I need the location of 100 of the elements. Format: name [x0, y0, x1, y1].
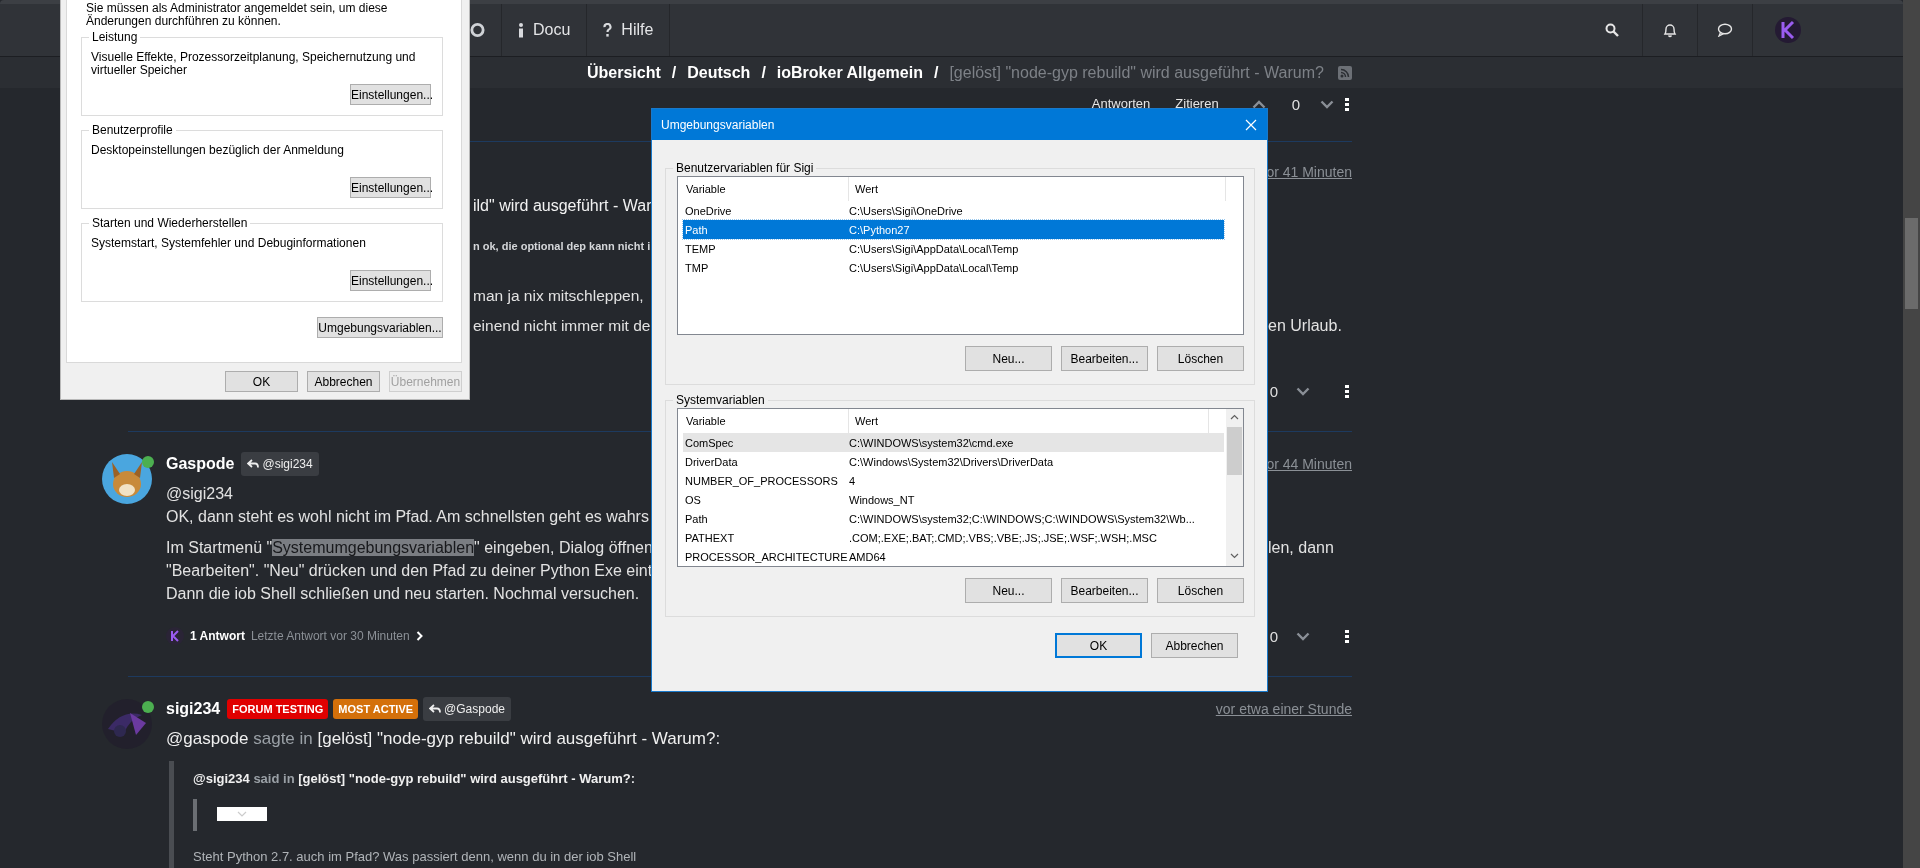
- reply-link[interactable]: Antworten: [1091, 97, 1151, 111]
- list-row[interactable]: PROCESSOR_ARCHITECTUREAMD64: [683, 547, 1224, 566]
- last-reply-time: Letzte Antwort vor 30 Minuten: [250, 629, 410, 643]
- author-name[interactable]: Gaspode: [166, 455, 235, 473]
- list-row[interactable]: OneDrive C:\Users\Sigi\OneDrive: [683, 201, 1224, 220]
- variable-value: C:\WINDOWS\system32\cmd.exe: [849, 436, 1014, 449]
- list-row[interactable]: Path C:\Python27: [683, 220, 1224, 239]
- variable-name: NUMBER_OF_PROCESSORS: [684, 474, 839, 487]
- list-row[interactable]: OS Windows_NT: [683, 490, 1224, 509]
- search-icon[interactable]: [1604, 23, 1619, 37]
- variable-name: ComSpec: [684, 436, 735, 449]
- topic-link[interactable]: [gelöst] "node-gyp rebuild" wird ausgeführt - Warum?: [317, 729, 716, 748]
- post-time-link[interactable]: vor etwa einer Stunde: [1215, 701, 1352, 717]
- variable-name: DriverData: [684, 455, 739, 468]
- user-avatar[interactable]: [102, 454, 152, 504]
- nav-link[interactable]: Hilfe: [587, 4, 671, 56]
- circle-icon[interactable]: [470, 22, 485, 38]
- column-header[interactable]: Variable: [678, 177, 849, 201]
- dialog-button[interactable]: Bearbeiten...: [1061, 346, 1148, 371]
- reply-to-tag[interactable]: @Gaspode: [423, 697, 511, 721]
- dialog-button[interactable]: OK: [1055, 633, 1142, 658]
- breadcrumb-link[interactable]: Deutsch: [687, 63, 751, 82]
- variable-value: C:\Windows\System32\Drivers\DriverData: [849, 455, 1054, 468]
- reply-icon: [429, 704, 442, 714]
- list-row[interactable]: PATHEXT .COM;.EXE;.BAT;.CMD;.VBS;.VBE;.JS;.JSE;.WSF;.WSH;.MSC: [683, 528, 1224, 547]
- list-row[interactable]: ComSpec C:\WINDOWS\system32\cmd.exe: [683, 433, 1224, 452]
- reply-to-tag[interactable]: @sigi234: [241, 452, 319, 476]
- rss-icon[interactable]: [1337, 65, 1352, 80]
- post-text: "Bearbeiten". "Neu" drücken und den Pfad zu deiner Python Exe eint: [166, 561, 653, 581]
- bell-icon[interactable]: [1663, 22, 1677, 38]
- more-icon[interactable]: [1345, 629, 1349, 643]
- page-scrollbar[interactable]: [1903, 0, 1920, 868]
- post-text: einend nicht immer mit de: [473, 316, 651, 336]
- group-title: Systemvariablen: [675, 392, 766, 408]
- more-icon[interactable]: [1345, 97, 1349, 111]
- settings-button[interactable]: Einstellungen...: [350, 177, 431, 198]
- expand-toggle-icon[interactable]: [217, 807, 267, 821]
- variable-value: 4: [849, 474, 856, 487]
- user-avatar[interactable]: [102, 699, 152, 749]
- list-scrollbar[interactable]: [1226, 409, 1243, 566]
- variable-list[interactable]: Variable Wert OneDrive C:\Users\Sigi\OneDrive Path C:\Python27 TEMP C:\Users\Sigi\AppData\Local\Temp TMP C:\Users\Sigi\AppData\Local\Temp: [677, 176, 1244, 335]
- more-icon[interactable]: [1345, 384, 1349, 398]
- user-avatar: [166, 627, 184, 645]
- quote-text: @sigi234 said in [gelöst] "node-gyp rebuild" wird ausgeführt - Warum?:: [193, 770, 637, 788]
- downvote-icon[interactable]: [1296, 631, 1310, 641]
- post-text: man ja nix mitschleppen,: [473, 286, 644, 306]
- variable-value: C:\Users\Sigi\AppData\Local\Temp: [849, 261, 1019, 274]
- list-row[interactable]: TMP C:\Users\Sigi\AppData\Local\Temp: [683, 258, 1224, 277]
- close-icon[interactable]: [1245, 118, 1257, 131]
- environment-variables-button[interactable]: Umgebungsvariablen...: [317, 317, 443, 338]
- dialog-button[interactable]: Neu...: [965, 346, 1052, 371]
- group-badge: MOST ACTIVE: [333, 699, 419, 719]
- dialog-button[interactable]: OK: [225, 371, 298, 392]
- list-row[interactable]: NUMBER_OF_PROCESSORS 4: [683, 471, 1224, 490]
- group-title: Benutzerprofile: [91, 122, 174, 138]
- vote-count: 0: [1269, 627, 1278, 645]
- variable-name: OS: [684, 493, 702, 506]
- group-title: Benutzervariablen für Sigi: [675, 160, 815, 176]
- breadcrumb-separator: /: [761, 63, 766, 82]
- dialog-button[interactable]: Löschen: [1157, 346, 1244, 371]
- nav-link[interactable]: Docu: [502, 4, 588, 56]
- settings-button[interactable]: Einstellungen...: [350, 270, 431, 291]
- variable-value: AMD64: [849, 550, 886, 563]
- dialog-button[interactable]: Bearbeiten...: [1061, 578, 1148, 603]
- column-header[interactable]: Wert: [849, 177, 1226, 201]
- list-row[interactable]: Path C:\WINDOWS\system32;C:\WINDOWS;C:\WINDOWS\System32\Wb...: [683, 509, 1224, 528]
- variable-list[interactable]: [677, 408, 1244, 567]
- dialog-button[interactable]: Abbrechen: [1151, 633, 1238, 658]
- breadcrumb-link[interactable]: ioBroker Allgemein: [776, 63, 923, 82]
- downvote-icon[interactable]: [1296, 386, 1310, 396]
- group-description: Systemstart, Systemfehler und Debuginformationen: [91, 237, 367, 252]
- chat-bubble-icon[interactable]: [1717, 23, 1733, 37]
- breadcrumb-current: [gelöst] "node-gyp rebuild" wird ausgeführt - Warum?: [949, 63, 1324, 82]
- breadcrumb-link[interactable]: Übersicht: [587, 63, 661, 82]
- quote-link[interactable]: Zitieren: [1175, 97, 1219, 111]
- dialog-button[interactable]: Löschen: [1157, 578, 1244, 603]
- variable-name: PROCESSOR_ARCHITECTURE: [684, 550, 849, 563]
- dialog-button[interactable]: Abbrechen: [307, 371, 380, 392]
- variable-value: C:\Users\Sigi\AppData\Local\Temp: [849, 242, 1019, 255]
- post-text: Dann die iob Shell schließen und neu starten. Nochmal versuchen.: [166, 584, 640, 604]
- settings-button[interactable]: Einstellungen...: [350, 84, 431, 105]
- post-text: n ok, die optional dep kann nicht i: [473, 239, 651, 254]
- group-description: Visuelle Effekte, Prozessorzeitplanung, Speichernutzung und virtueller Speicher: [91, 51, 417, 77]
- quote-text: Steht Python 2.7. auch im Pfad? Was passiert denn, wenn du in der iob Shell: [193, 849, 638, 865]
- dialog-button[interactable]: Neu...: [965, 578, 1052, 603]
- dialog-text: Sie müssen als Administrator angemeldet sein, um diese Änderungen durchführen zu können.: [86, 2, 389, 28]
- replies-link[interactable]: 1 Antwort: [190, 629, 245, 643]
- topic-link[interactable]: [gelöst] "node-gyp rebuild" wird ausgeführt - Warum?: [298, 771, 631, 786]
- dialog-title: Umgebungsvariablen: [661, 117, 775, 132]
- author-name[interactable]: sigi234: [166, 700, 221, 718]
- downvote-icon[interactable]: [1320, 99, 1334, 109]
- chevron-right-icon[interactable]: [415, 631, 423, 641]
- post-text: en Urlaub.: [1268, 316, 1342, 336]
- group-badge: FORUM TESTING: [227, 699, 329, 719]
- list-row[interactable]: TEMP C:\Users\Sigi\AppData\Local\Temp: [683, 239, 1224, 258]
- variable-name: TEMP: [684, 242, 717, 255]
- info-icon: [518, 22, 524, 38]
- variable-value: Windows_NT: [849, 493, 915, 506]
- variable-value: C:\WINDOWS\system32;C:\WINDOWS;C:\WINDOWS\System32\Wb...: [849, 512, 1195, 525]
- list-row[interactable]: DriverData C:\Windows\System32\Drivers\DriverData: [683, 452, 1224, 471]
